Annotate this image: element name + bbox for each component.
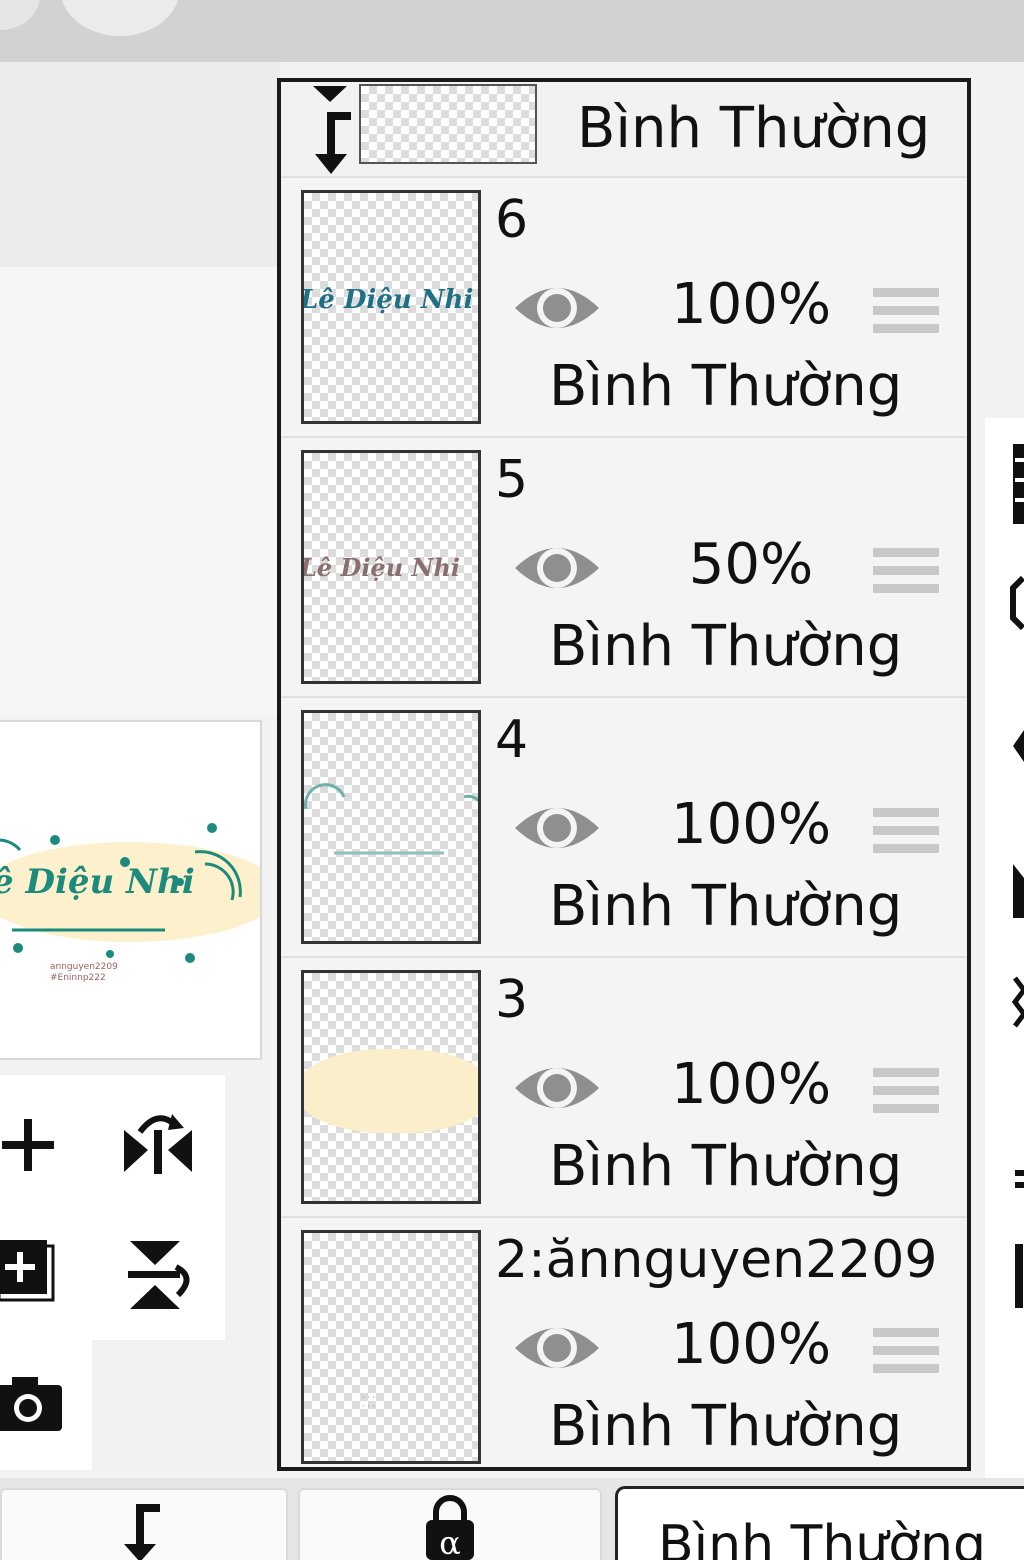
eye-icon[interactable] bbox=[511, 1318, 603, 1382]
layer-blend-mode[interactable]: Bình Thường bbox=[549, 1394, 902, 1459]
layer-row[interactable]: · · · · · · 2:ănnguyen2209 100% Bình Thường bbox=[281, 1218, 967, 1467]
right-toolbar-icons bbox=[1010, 444, 1024, 1308]
layer-row[interactable]: 3 100% Bình Thường bbox=[281, 958, 967, 1218]
layer-thumbnail[interactable]: · · · · · · bbox=[301, 1230, 481, 1464]
clipping-row[interactable]: Bình Thường bbox=[281, 82, 967, 178]
layer-panel: Bình Thường Lê Diệu Nhi 6 100% Bình Thường L… bbox=[277, 78, 971, 1471]
add-layer-icon[interactable] bbox=[0, 1105, 68, 1185]
layer-opacity[interactable]: 100% bbox=[651, 272, 851, 337]
flip-vertical-icon[interactable] bbox=[118, 1235, 198, 1315]
blend-mode-select[interactable]: Bình Thường bbox=[615, 1486, 1024, 1560]
drag-handle-icon[interactable] bbox=[873, 1324, 939, 1384]
camera-icon[interactable] bbox=[0, 1364, 68, 1444]
eye-icon[interactable] bbox=[511, 798, 603, 862]
add-special-layer-icon[interactable] bbox=[0, 1233, 66, 1313]
layer-name: 2:ănnguyen2209 bbox=[495, 1230, 938, 1290]
alpha-lock-icon: α bbox=[426, 1495, 474, 1560]
camera-panel bbox=[0, 1340, 92, 1470]
layer-opacity[interactable]: 50% bbox=[651, 532, 851, 597]
drag-handle-icon[interactable] bbox=[873, 544, 939, 604]
preview-subtext: annguyen2209 #Eninnp222 bbox=[50, 962, 118, 983]
layer-row[interactable]: Lê Diệu Nhi 6 100% Bình Thường bbox=[281, 178, 967, 438]
top-bar bbox=[0, 0, 1024, 62]
layer-row[interactable]: 4 100% Bình Thường bbox=[281, 698, 967, 958]
canvas-preview[interactable]: ê Diệu Nhi annguyen2209 #Eninnp222 bbox=[0, 720, 262, 1060]
clipping-button[interactable] bbox=[0, 1488, 288, 1560]
layer-blend-mode[interactable]: Bình Thường bbox=[549, 874, 902, 939]
eye-icon[interactable] bbox=[511, 538, 603, 602]
left-panel-top bbox=[0, 62, 280, 267]
alpha-lock-button[interactable]: α bbox=[298, 1488, 602, 1560]
layer-blend-mode[interactable]: Bình Thường bbox=[549, 354, 902, 419]
clip-blend-mode: Bình Thường bbox=[577, 96, 931, 161]
layer-thumbnail[interactable] bbox=[301, 710, 481, 944]
tools-panel bbox=[0, 1075, 225, 1340]
layer-opacity[interactable]: 100% bbox=[651, 1312, 851, 1377]
svg-text:α: α bbox=[439, 1524, 461, 1560]
eye-icon[interactable] bbox=[511, 278, 603, 342]
bottom-bar: α Bình Thường bbox=[0, 1478, 1024, 1560]
layer-opacity[interactable]: 100% bbox=[651, 1052, 851, 1117]
flip-horizontal-icon[interactable] bbox=[118, 1105, 198, 1185]
layer-blend-mode[interactable]: Bình Thường bbox=[549, 614, 902, 679]
layer-thumbnail[interactable]: Lê Diệu Nhi bbox=[301, 190, 481, 424]
drag-handle-icon[interactable] bbox=[873, 1064, 939, 1124]
layer-name: 3 bbox=[495, 970, 529, 1030]
right-toolbar bbox=[985, 418, 1024, 1478]
preview-title: ê Diệu Nhi bbox=[0, 862, 195, 902]
left-panel-mid bbox=[0, 267, 280, 717]
layer-row[interactable]: Lê Diệu Nhi 5 50% Bình Thường bbox=[281, 438, 967, 698]
clip-arrow-icon bbox=[124, 1504, 160, 1560]
layer-name: 4 bbox=[495, 710, 529, 770]
layer-opacity[interactable]: 100% bbox=[651, 792, 851, 857]
drag-handle-icon[interactable] bbox=[873, 804, 939, 864]
drag-handle-icon[interactable] bbox=[873, 284, 939, 344]
thumb-text: Lê Diệu Nhi bbox=[301, 285, 474, 315]
layer-blend-mode[interactable]: Bình Thường bbox=[549, 1134, 902, 1199]
layer-thumbnail[interactable] bbox=[301, 970, 481, 1204]
layer-name: 5 bbox=[495, 450, 529, 510]
eye-icon[interactable] bbox=[511, 1058, 603, 1122]
layer-thumbnail[interactable]: Lê Diệu Nhi bbox=[301, 450, 481, 684]
clip-thumbnail bbox=[359, 84, 537, 164]
circle-button-icon[interactable] bbox=[0, 0, 40, 30]
layer-name: 6 bbox=[495, 190, 529, 250]
thumb-text: Lê Diệu Nhi bbox=[301, 553, 461, 582]
circle-button-icon[interactable] bbox=[60, 0, 180, 36]
clip-arrow-icon bbox=[313, 86, 351, 174]
